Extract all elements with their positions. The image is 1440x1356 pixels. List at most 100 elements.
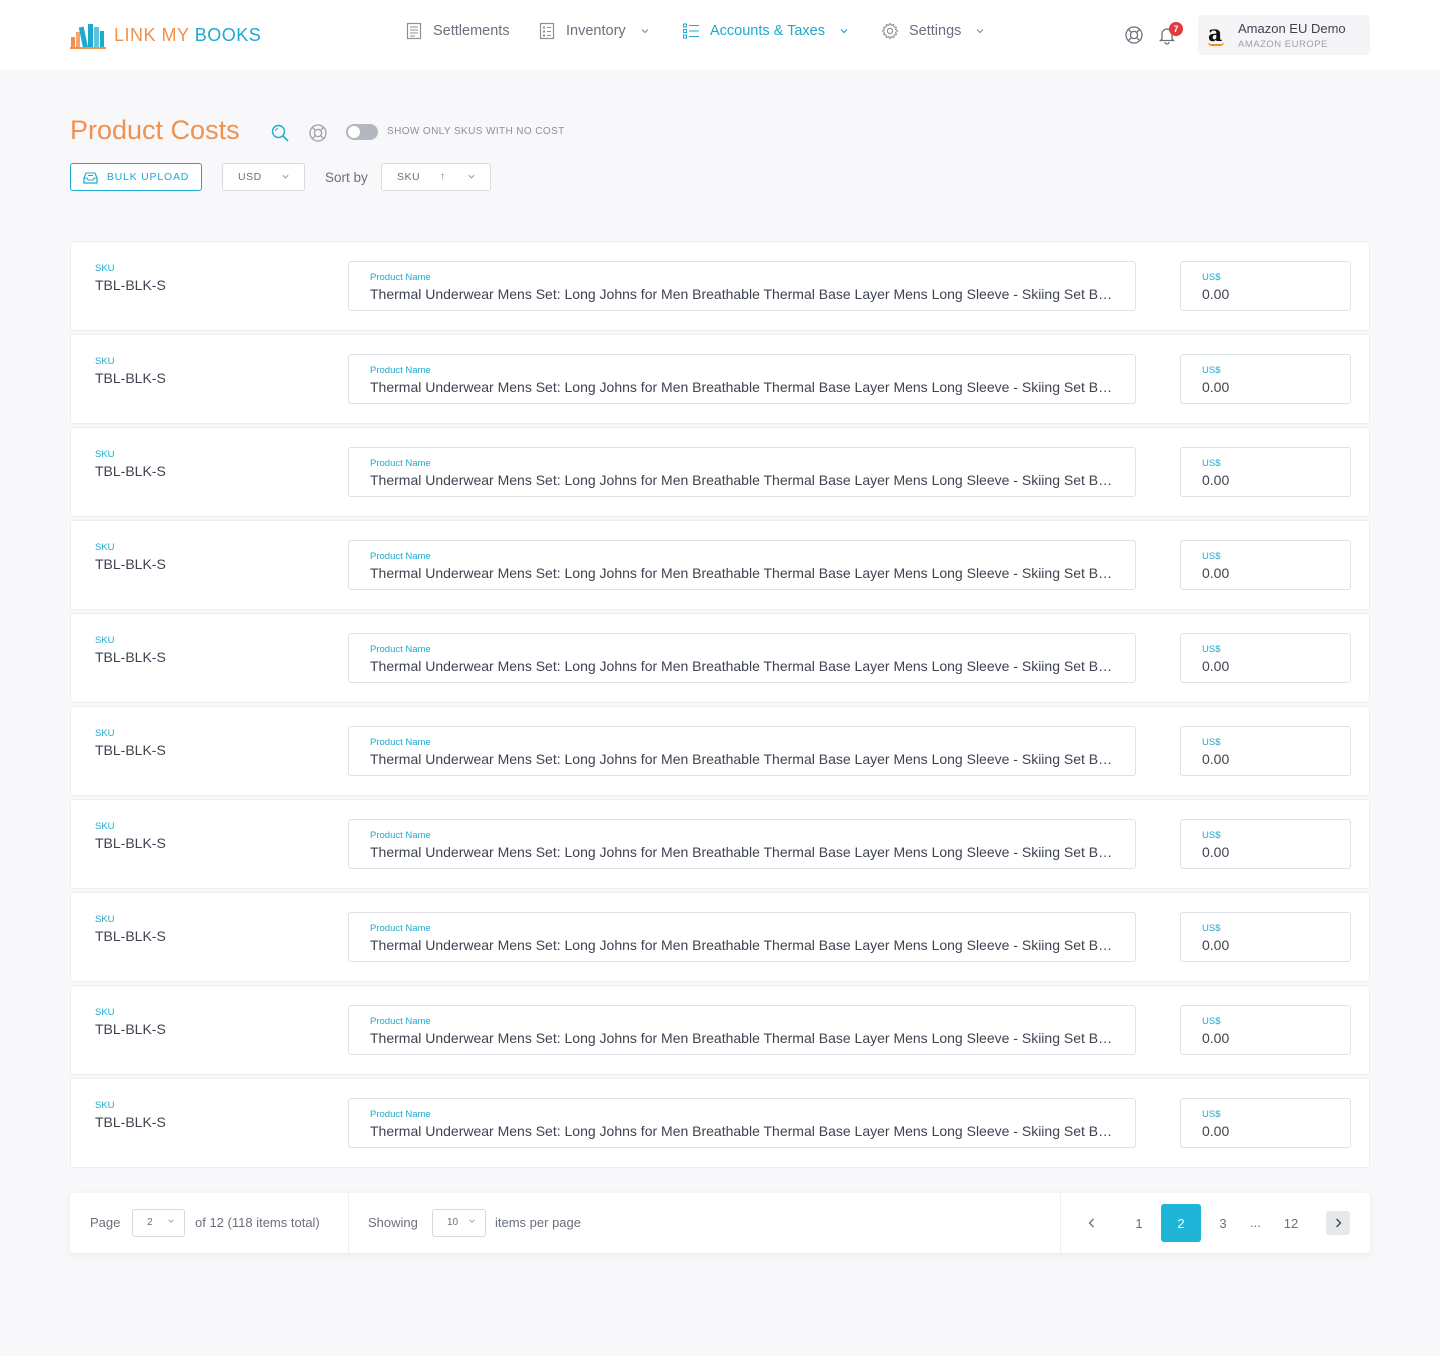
page-button-2[interactable]: 2 — [1161, 1204, 1201, 1242]
currency-select[interactable]: USD — [222, 163, 305, 191]
product-name-label: Product Name — [370, 1016, 431, 1027]
cost-input[interactable]: US$ 0.00 — [1180, 912, 1351, 962]
nav-inventory-label: Inventory — [566, 23, 626, 39]
page-total-text: of 12 (118 items total) — [195, 1215, 320, 1230]
nav-settlements-label: Settlements — [433, 23, 510, 39]
sku-label: SKU — [95, 1100, 115, 1111]
top-navbar: LINK MY BOOKS Settlements Inventory Acco… — [0, 0, 1440, 70]
page-button-3[interactable]: 3 — [1203, 1204, 1243, 1242]
no-cost-filter-toggle[interactable] — [346, 124, 378, 140]
product-name-label: Product Name — [370, 737, 431, 748]
nav-accounts-taxes-label: Accounts & Taxes — [710, 23, 825, 39]
cost-value: 0.00 — [1202, 1123, 1230, 1139]
chevron-down-icon — [281, 172, 290, 183]
divider — [348, 1193, 349, 1253]
search-icon[interactable] — [270, 123, 290, 143]
nav-inventory[interactable]: Inventory — [538, 22, 650, 40]
product-cost-row: SKU TBL-BLK-S Product Name Thermal Under… — [70, 613, 1370, 703]
sku-value: TBL-BLK-S — [95, 1114, 166, 1130]
sku-value: TBL-BLK-S — [95, 1021, 166, 1037]
nav-accounts-taxes[interactable]: Accounts & Taxes — [682, 22, 849, 40]
product-name-field[interactable]: Product Name Thermal Underwear Mens Set:… — [348, 540, 1136, 590]
help-lifebuoy-icon[interactable] — [1124, 25, 1144, 45]
page-title: Product Costs — [70, 115, 240, 145]
cost-currency-label: US$ — [1202, 272, 1221, 283]
cost-currency-label: US$ — [1202, 1016, 1221, 1027]
cost-currency-label: US$ — [1202, 1109, 1221, 1120]
sku-label: SKU — [95, 728, 115, 739]
sort-select[interactable]: SKU ↑ — [381, 163, 491, 191]
product-name-label: Product Name — [370, 551, 431, 562]
product-name-label: Product Name — [370, 923, 431, 934]
sku-value: TBL-BLK-S — [95, 928, 166, 944]
prev-page-button[interactable] — [1080, 1211, 1104, 1235]
product-name-value: Thermal Underwear Mens Set: Long Johns f… — [370, 751, 1115, 767]
pagination-ellipsis: ... — [1250, 1215, 1261, 1230]
cost-input[interactable]: US$ 0.00 — [1180, 726, 1351, 776]
sort-by-label: Sort by — [325, 170, 368, 185]
cost-input[interactable]: US$ 0.00 — [1180, 261, 1351, 311]
cost-input[interactable]: US$ 0.00 — [1180, 354, 1351, 404]
next-page-button[interactable] — [1326, 1211, 1350, 1235]
chevron-down-icon — [167, 1210, 175, 1236]
product-name-value: Thermal Underwear Mens Set: Long Johns f… — [370, 286, 1115, 302]
product-name-field[interactable]: Product Name Thermal Underwear Mens Set:… — [348, 819, 1136, 869]
cost-input[interactable]: US$ 0.00 — [1180, 633, 1351, 683]
amazon-smile-icon — [1208, 42, 1224, 46]
account-region: AMAZON EUROPE — [1238, 39, 1328, 50]
pagination-bar: Page 2 of 12 (118 items total) Showing 1… — [70, 1193, 1370, 1253]
sku-label: SKU — [95, 635, 115, 646]
cost-input[interactable]: US$ 0.00 — [1180, 819, 1351, 869]
brand-logo[interactable]: LINK MY BOOKS — [70, 20, 261, 50]
sku-label: SKU — [95, 449, 115, 460]
product-cost-row: SKU TBL-BLK-S Product Name Thermal Under… — [70, 799, 1370, 889]
product-cost-row: SKU TBL-BLK-S Product Name Thermal Under… — [70, 706, 1370, 796]
nav-settlements[interactable]: Settlements — [405, 22, 510, 40]
cost-value: 0.00 — [1202, 379, 1230, 395]
cost-input[interactable]: US$ 0.00 — [1180, 447, 1351, 497]
chevron-down-icon — [640, 26, 650, 36]
product-name-field[interactable]: Product Name Thermal Underwear Mens Set:… — [348, 1005, 1136, 1055]
sku-value: TBL-BLK-S — [95, 277, 166, 293]
books-logo-icon — [70, 24, 106, 49]
lifebuoy-icon[interactable] — [308, 123, 328, 143]
brand-name: LINK MY BOOKS — [114, 24, 262, 45]
product-name-field[interactable]: Product Name Thermal Underwear Mens Set:… — [348, 447, 1136, 497]
cost-currency-label: US$ — [1202, 830, 1221, 841]
product-name-field[interactable]: Product Name Thermal Underwear Mens Set:… — [348, 1098, 1136, 1148]
product-name-label: Product Name — [370, 272, 431, 283]
product-cost-row: SKU TBL-BLK-S Product Name Thermal Under… — [70, 892, 1370, 982]
cost-input[interactable]: US$ 0.00 — [1180, 1005, 1351, 1055]
product-name-field[interactable]: Product Name Thermal Underwear Mens Set:… — [348, 261, 1136, 311]
cost-input[interactable]: US$ 0.00 — [1180, 1098, 1351, 1148]
bulk-upload-button[interactable]: BULK UPLOAD — [70, 163, 202, 191]
nav-settings[interactable]: Settings — [881, 22, 985, 40]
toggle-knob — [348, 126, 360, 138]
product-cost-row: SKU TBL-BLK-S Product Name Thermal Under… — [70, 520, 1370, 610]
chevron-left-icon — [1088, 1218, 1094, 1228]
items-per-page-select[interactable]: 10 — [432, 1209, 486, 1237]
divider — [1060, 1193, 1061, 1253]
cost-input[interactable]: US$ 0.00 — [1180, 540, 1351, 590]
product-name-field[interactable]: Product Name Thermal Underwear Mens Set:… — [348, 912, 1136, 962]
product-name-label: Product Name — [370, 830, 431, 841]
product-name-field[interactable]: Product Name Thermal Underwear Mens Set:… — [348, 726, 1136, 776]
nav-settings-label: Settings — [909, 23, 962, 39]
cost-currency-label: US$ — [1202, 551, 1221, 562]
product-name-value: Thermal Underwear Mens Set: Long Johns f… — [370, 937, 1115, 953]
items-per-page-label: items per page — [495, 1215, 581, 1230]
product-name-field[interactable]: Product Name Thermal Underwear Mens Set:… — [348, 633, 1136, 683]
settings-gear-icon — [881, 22, 899, 40]
page-button-12[interactable]: 12 — [1271, 1204, 1311, 1242]
sku-value: TBL-BLK-S — [95, 649, 166, 665]
account-switcher[interactable]: a Amazon EU Demo AMAZON EUROPE — [1198, 15, 1370, 55]
sort-direction-icon[interactable]: ↑ — [440, 171, 446, 182]
cost-value: 0.00 — [1202, 937, 1230, 953]
cost-value: 0.00 — [1202, 286, 1230, 302]
page-button-1[interactable]: 1 — [1119, 1204, 1159, 1242]
page-number-select[interactable]: 2 — [132, 1209, 185, 1237]
cost-value: 0.00 — [1202, 844, 1230, 860]
notifications-button[interactable]: 7 — [1157, 22, 1183, 45]
product-name-field[interactable]: Product Name Thermal Underwear Mens Set:… — [348, 354, 1136, 404]
product-name-label: Product Name — [370, 365, 431, 376]
